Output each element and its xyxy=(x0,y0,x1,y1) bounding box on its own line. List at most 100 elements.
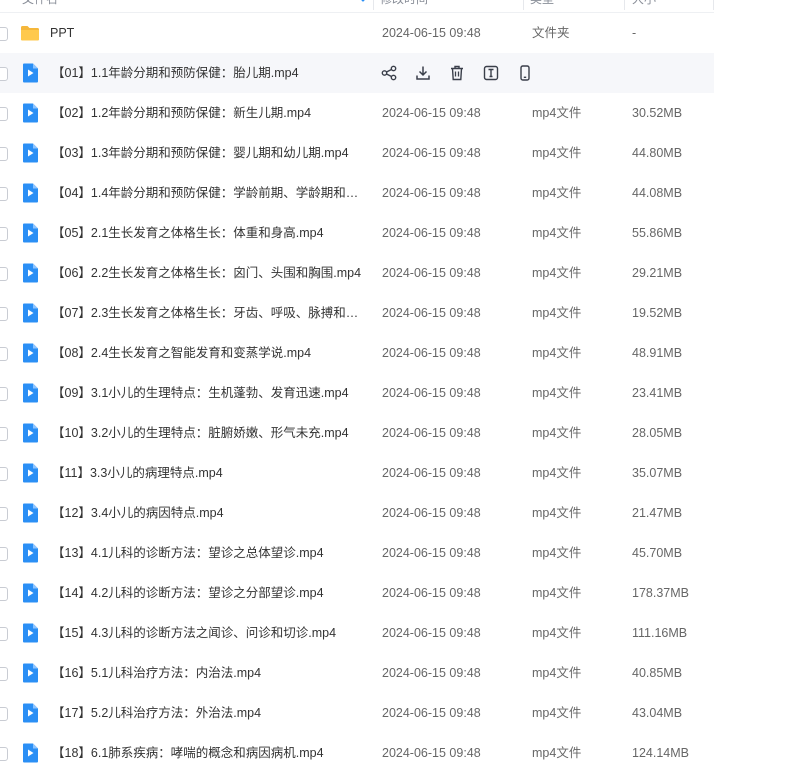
row-checkbox[interactable] xyxy=(0,267,8,281)
video-file-icon xyxy=(20,143,40,163)
video-file-icon xyxy=(20,423,40,443)
column-divider[interactable] xyxy=(373,0,374,10)
rename-icon[interactable] xyxy=(482,64,500,82)
column-header-type[interactable]: 类型 xyxy=(530,0,554,12)
file-name[interactable]: 【08】2.4生长发育之智能发育和变蒸学说.mp4 xyxy=(52,333,362,373)
file-row[interactable]: 【17】5.2儿科治疗方法：外治法.mp4 2024-06-15 09:48 mp4… xyxy=(0,693,714,733)
row-checkbox[interactable] xyxy=(0,227,8,241)
row-checkbox[interactable] xyxy=(0,547,8,561)
file-name[interactable]: PPT xyxy=(50,13,360,53)
row-checkbox[interactable] xyxy=(0,27,8,41)
row-checkbox[interactable] xyxy=(0,67,8,81)
file-name[interactable]: 【07】2.3生长发育之体格生长：牙齿、呼吸、脉搏和血... xyxy=(52,293,362,333)
file-size: 43.04MB xyxy=(632,706,683,720)
file-name[interactable]: 【16】5.1儿科治疗方法：内治法.mp4 xyxy=(52,653,362,693)
row-checkbox[interactable] xyxy=(0,107,8,121)
delete-icon[interactable] xyxy=(448,64,466,82)
file-row[interactable]: 【13】4.1儿科的诊断方法：望诊之总体望诊.mp4 2024-06-15 09:… xyxy=(0,533,714,573)
video-file-icon xyxy=(20,63,40,83)
file-name[interactable]: 【05】2.1生长发育之体格生长：体重和身高.mp4 xyxy=(52,213,362,253)
file-name[interactable]: 【18】6.1肺系疾病：哮喘的概念和病因病机.mp4 xyxy=(52,733,362,773)
file-row[interactable]: 【06】2.2生长发育之体格生长：囟门、头围和胸围.mp4 2024-06-15 … xyxy=(0,253,714,293)
column-header-size[interactable]: 大小 xyxy=(632,0,656,12)
share-icon[interactable] xyxy=(380,64,398,82)
video-file-icon xyxy=(20,463,40,483)
file-row[interactable]: 【02】1.2年龄分期和预防保健：新生儿期.mp4 2024-06-15 09:4… xyxy=(0,93,714,133)
file-name[interactable]: 【12】3.4小儿的病因特点.mp4 xyxy=(52,493,362,533)
column-divider[interactable] xyxy=(713,0,714,10)
file-row[interactable]: 【18】6.1肺系疾病：哮喘的概念和病因病机.mp4 2024-06-15 09:… xyxy=(0,733,714,773)
modified-time: 2024-06-15 09:48 xyxy=(382,386,481,400)
file-row[interactable]: 【04】1.4年龄分期和预防保健：学龄前期、学龄期和青... 2024-06-15… xyxy=(0,173,714,213)
file-name[interactable]: 【14】4.2儿科的诊断方法：望诊之分部望诊.mp4 xyxy=(52,573,362,613)
file-row[interactable]: 【03】1.3年龄分期和预防保健：婴儿期和幼儿期.mp4 2024-06-15 0… xyxy=(0,133,714,173)
file-row[interactable]: 【10】3.2小儿的生理特点：脏腑娇嫩、形气未充.mp4 2024-06-15 0… xyxy=(0,413,714,453)
row-checkbox[interactable] xyxy=(0,387,8,401)
row-checkbox[interactable] xyxy=(0,347,8,361)
row-checkbox[interactable] xyxy=(0,707,8,721)
modified-time: 2024-06-15 09:48 xyxy=(382,306,481,320)
file-type: mp4文件 xyxy=(532,746,582,760)
file-type: mp4文件 xyxy=(532,506,582,520)
modified-time: 2024-06-15 09:48 xyxy=(382,426,481,440)
file-type: mp4文件 xyxy=(532,226,582,240)
column-divider[interactable] xyxy=(624,0,625,10)
file-name[interactable]: 【02】1.2年龄分期和预防保健：新生儿期.mp4 xyxy=(52,93,362,133)
file-row[interactable]: 【12】3.4小儿的病因特点.mp4 2024-06-15 09:48 mp4文件 2… xyxy=(0,493,714,533)
column-header-name[interactable]: 文件名 xyxy=(22,0,58,12)
row-checkbox[interactable] xyxy=(0,747,8,761)
file-row[interactable]: 【07】2.3生长发育之体格生长：牙齿、呼吸、脉搏和血... 2024-06-15… xyxy=(0,293,714,333)
row-checkbox[interactable] xyxy=(0,667,8,681)
file-name[interactable]: 【10】3.2小儿的生理特点：脏腑娇嫩、形气未充.mp4 xyxy=(52,413,362,453)
file-name[interactable]: 【03】1.3年龄分期和预防保健：婴儿期和幼儿期.mp4 xyxy=(52,133,362,173)
file-row[interactable]: 【14】4.2儿科的诊断方法：望诊之分部望诊.mp4 2024-06-15 09:… xyxy=(0,573,714,613)
modified-time: 2024-06-15 09:48 xyxy=(382,586,481,600)
modified-time: 2024-06-15 09:48 xyxy=(382,106,481,120)
file-type: mp4文件 xyxy=(532,546,582,560)
file-name[interactable]: 【06】2.2生长发育之体格生长：囟门、头围和胸围.mp4 xyxy=(52,253,362,293)
file-name[interactable]: 【11】3.3小儿的病理特点.mp4 xyxy=(52,453,362,493)
column-divider[interactable] xyxy=(523,0,524,10)
file-type: mp4文件 xyxy=(532,186,582,200)
row-checkbox[interactable] xyxy=(0,507,8,521)
row-checkbox[interactable] xyxy=(0,427,8,441)
row-checkbox[interactable] xyxy=(0,187,8,201)
sort-arrow-icon[interactable] xyxy=(360,0,366,2)
file-row[interactable]: 【01】1.1年龄分期和预防保健：胎儿期.mp4 xyxy=(0,53,714,93)
modified-time: 2024-06-15 09:48 xyxy=(382,506,481,520)
row-checkbox[interactable] xyxy=(0,467,8,481)
modified-time: 2024-06-15 09:48 xyxy=(382,466,481,480)
file-row[interactable]: 【16】5.1儿科治疗方法：内治法.mp4 2024-06-15 09:48 mp4… xyxy=(0,653,714,693)
file-type: mp4文件 xyxy=(532,586,582,600)
file-name[interactable]: 【04】1.4年龄分期和预防保健：学龄前期、学龄期和青... xyxy=(52,173,362,213)
row-checkbox[interactable] xyxy=(0,587,8,601)
file-row[interactable]: 【05】2.1生长发育之体格生长：体重和身高.mp4 2024-06-15 09:… xyxy=(0,213,714,253)
file-size: 28.05MB xyxy=(632,426,683,440)
file-row[interactable]: 【08】2.4生长发育之智能发育和变蒸学说.mp4 2024-06-15 09:4… xyxy=(0,333,714,373)
file-name[interactable]: 【15】4.3儿科的诊断方法之闻诊、问诊和切诊.mp4 xyxy=(52,613,362,653)
file-type: 文件夹 xyxy=(532,26,570,40)
file-list-header: 文件名 修改时间 类型 大小 xyxy=(0,0,714,13)
file-row[interactable]: 【15】4.3儿科的诊断方法之闻诊、问诊和切诊.mp4 2024-06-15 09… xyxy=(0,613,714,653)
file-size: 178.37MB xyxy=(632,586,689,600)
column-header-time[interactable]: 修改时间 xyxy=(380,0,428,12)
row-checkbox[interactable] xyxy=(0,147,8,161)
file-name[interactable]: 【17】5.2儿科治疗方法：外治法.mp4 xyxy=(52,693,362,733)
phone-icon[interactable] xyxy=(516,64,534,82)
modified-time: 2024-06-15 09:48 xyxy=(382,266,481,280)
file-name[interactable]: 【13】4.1儿科的诊断方法：望诊之总体望诊.mp4 xyxy=(52,533,362,573)
video-file-icon xyxy=(20,383,40,403)
file-size: 111.16MB xyxy=(632,626,688,640)
file-row[interactable]: 【09】3.1小儿的生理特点：生机蓬勃、发育迅速.mp4 2024-06-15 0… xyxy=(0,373,714,413)
file-name[interactable]: 【01】1.1年龄分期和预防保健：胎儿期.mp4 xyxy=(52,53,362,93)
file-row[interactable]: 【11】3.3小儿的病理特点.mp4 2024-06-15 09:48 mp4文件 3… xyxy=(0,453,714,493)
row-checkbox[interactable] xyxy=(0,307,8,321)
file-type: mp4文件 xyxy=(532,466,582,480)
file-row[interactable]: PPT 2024-06-15 09:48 文件夹 - xyxy=(0,13,714,53)
row-checkbox[interactable] xyxy=(0,627,8,641)
download-icon[interactable] xyxy=(414,64,432,82)
file-name[interactable]: 【09】3.1小儿的生理特点：生机蓬勃、发育迅速.mp4 xyxy=(52,373,362,413)
modified-time: 2024-06-15 09:48 xyxy=(382,186,481,200)
file-list: PPT 2024-06-15 09:48 文件夹 - 【01】1.1年龄分期和预防保健：… xyxy=(0,13,714,773)
file-size: 44.80MB xyxy=(632,146,683,160)
